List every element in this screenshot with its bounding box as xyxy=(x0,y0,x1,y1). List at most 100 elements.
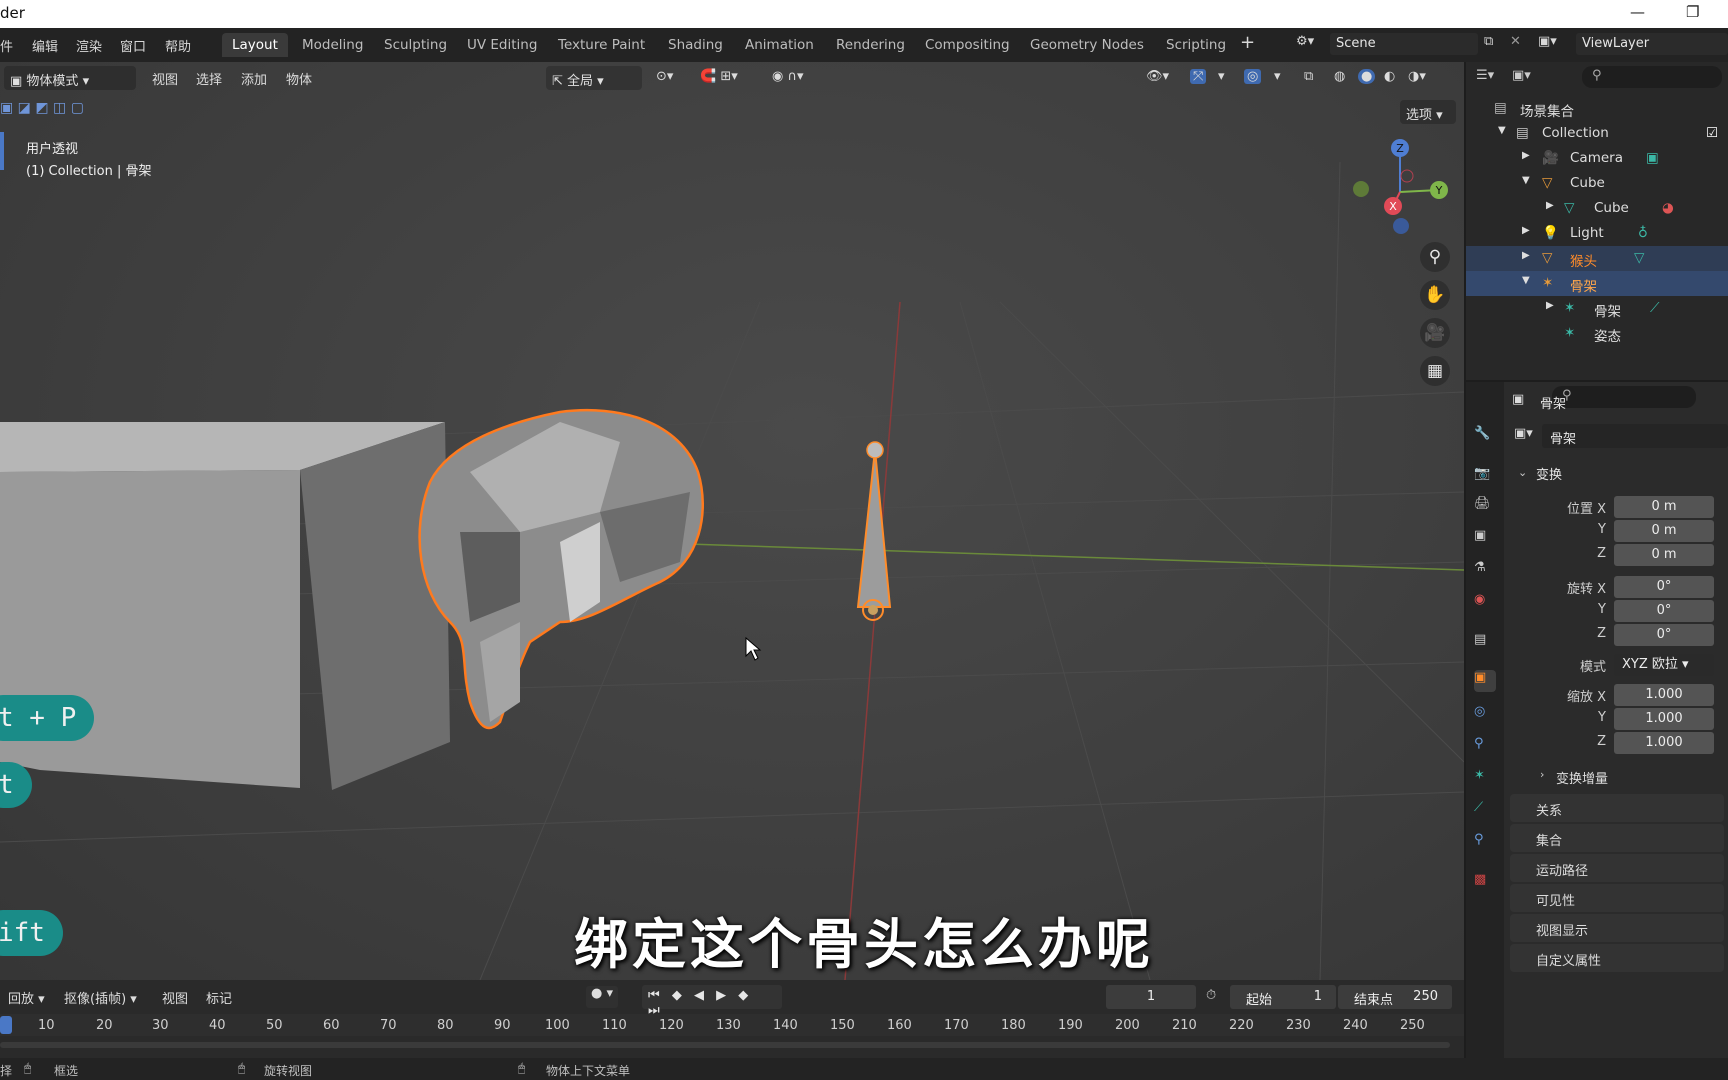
toolbar-edge[interactable] xyxy=(0,132,4,170)
tab-layout[interactable]: Layout xyxy=(222,33,288,57)
timeline-view-menu[interactable]: 视图 xyxy=(162,988,188,1007)
rotation-y-field[interactable]: 0° xyxy=(1614,600,1714,622)
stopwatch-icon[interactable]: ⏱ xyxy=(1206,988,1216,1003)
solid-shading-icon[interactable]: ● xyxy=(1358,69,1376,84)
pan-hand-icon[interactable]: ✋ xyxy=(1420,280,1450,310)
ortho-grid-icon[interactable]: ▦ xyxy=(1420,356,1450,386)
material-shading-icon[interactable]: ◐ xyxy=(1384,69,1395,84)
tab-shading[interactable]: Shading xyxy=(658,33,733,57)
section-viewport-display[interactable]: 视图显示 xyxy=(1510,914,1724,942)
bone-icon[interactable]: ⟋ xyxy=(1650,300,1659,316)
expand-icon[interactable]: ▼ xyxy=(1522,275,1530,286)
scale-x-field[interactable]: 1.000 xyxy=(1614,684,1714,706)
tab-scripting[interactable]: Scripting xyxy=(1156,33,1236,57)
menu-render[interactable]: 渲染 xyxy=(76,36,102,55)
playback-controls[interactable]: ⏮ ◆ ◀ ▶ ◆ ⏭ xyxy=(642,985,782,1018)
expand-icon[interactable]: ▶ xyxy=(1546,300,1554,311)
expand-icon[interactable]: ▶ xyxy=(1522,250,1530,261)
outliner-type-icon[interactable]: ☰▾ xyxy=(1476,68,1494,83)
timeline-scrollbar[interactable] xyxy=(0,1042,1450,1048)
menu-window[interactable]: 窗口 xyxy=(120,36,146,55)
expand-icon[interactable]: ▶ xyxy=(1522,150,1530,161)
outliner-search-input[interactable]: ⚲ xyxy=(1582,66,1722,88)
mode-select[interactable]: ▣ 物体模式 ▾ xyxy=(4,66,136,90)
tab-geometry-nodes[interactable]: Geometry Nodes xyxy=(1020,33,1154,57)
outliner-row-monkey[interactable]: ▶ ▽ 猴头 ▽ xyxy=(1466,246,1728,271)
keying-menu[interactable]: 抠像(插帧) ▾ xyxy=(64,988,137,1007)
expand-icon[interactable]: ▶ xyxy=(1546,200,1554,211)
location-z-field[interactable]: 0 m xyxy=(1614,544,1714,566)
overlay-dropdown-icon[interactable]: ▾ xyxy=(1274,69,1281,84)
rotation-z-field[interactable]: 0° xyxy=(1614,624,1714,646)
select-box-icons[interactable]: ▣ ◪ ◩ ◫ ▢ xyxy=(0,100,84,116)
viewport-3d[interactable]: Z Y X ⚲ ✋ 🎥 ▦ 用户透视 (1) Collection | 骨架 t… xyxy=(0,62,1464,980)
options-dropdown[interactable]: 选项 ▾ xyxy=(1400,100,1456,124)
expand-icon[interactable]: › xyxy=(1540,768,1544,781)
transform-orientation-select[interactable]: ⇱ 全局 ▾ xyxy=(546,66,642,90)
copy-scene-icon[interactable]: ⧉ xyxy=(1484,34,1493,49)
location-x-field[interactable]: 0 m xyxy=(1614,496,1714,518)
section-custom-properties[interactable]: 自定义属性 xyxy=(1510,944,1724,972)
tab-compositing[interactable]: Compositing xyxy=(915,33,1020,57)
section-relations[interactable]: 关系 xyxy=(1510,794,1724,822)
outliner-row-cube-mesh[interactable]: ▶ ▽ Cube ◕ xyxy=(1466,196,1728,221)
object-name-field[interactable]: 骨架 xyxy=(1542,424,1728,448)
close-scene-icon[interactable]: ✕ xyxy=(1510,34,1521,49)
section-motion-paths[interactable]: 运动路径 xyxy=(1510,854,1724,882)
outliner-row-collection[interactable]: ▼ ▤ Collection ☑ xyxy=(1466,121,1728,146)
outliner-row-pose[interactable]: ✶ 姿态 xyxy=(1466,321,1728,346)
end-frame-field[interactable]: 结束点 250 xyxy=(1338,985,1452,1009)
mesh-data-icon[interactable]: ▽ xyxy=(1634,250,1644,266)
current-frame-field[interactable]: 1 xyxy=(1106,985,1196,1009)
tab-texture-paint[interactable]: Texture Paint xyxy=(548,33,655,57)
tab-rendering[interactable]: Rendering xyxy=(826,33,915,57)
playback-menu[interactable]: 回放 ▾ xyxy=(8,988,45,1007)
camera-data-icon[interactable]: ▣ xyxy=(1646,150,1659,166)
marker-menu[interactable]: 标记 xyxy=(206,988,232,1007)
snap-icon[interactable]: 🧲 ⊞▾ xyxy=(700,69,738,84)
checkbox-icon[interactable]: ☑ xyxy=(1706,125,1718,141)
pivot-icon[interactable]: ⊙▾ xyxy=(656,69,673,84)
location-y-field[interactable]: 0 m xyxy=(1614,520,1714,542)
material-icon[interactable]: ◕ xyxy=(1662,200,1674,216)
navigation-gizmo[interactable]: Z Y X xyxy=(1345,134,1455,244)
outliner-row-armature-data[interactable]: ▶ ✶ 骨架 ⟋ xyxy=(1466,296,1728,321)
menu-select[interactable]: 选择 xyxy=(196,69,222,88)
menu-add[interactable]: 添加 xyxy=(241,69,267,88)
menu-view[interactable]: 视图 xyxy=(152,69,178,88)
scale-z-field[interactable]: 1.000 xyxy=(1614,732,1714,754)
expand-icon[interactable]: ▼ xyxy=(1522,175,1530,186)
scene-field[interactable]: Scene xyxy=(1330,33,1478,55)
outliner-row-scene-collection[interactable]: ▤ 场景集合 xyxy=(1466,96,1728,121)
tab-animation[interactable]: Animation xyxy=(735,33,824,57)
outliner-row-cube[interactable]: ▼ ▽ Cube xyxy=(1466,171,1728,196)
scale-y-field[interactable]: 1.000 xyxy=(1614,708,1714,730)
display-mode-icon[interactable]: ▣▾ xyxy=(1512,68,1531,83)
section-visibility[interactable]: 可见性 xyxy=(1510,884,1724,912)
viewlayer-icon[interactable]: ▣▾ xyxy=(1538,34,1557,49)
restore-icon[interactable]: ❐ xyxy=(1686,3,1699,21)
wireframe-shading-icon[interactable]: ◍ xyxy=(1334,69,1345,84)
menu-help[interactable]: 帮助 xyxy=(165,36,191,55)
expand-icon[interactable]: ▼ xyxy=(1498,125,1506,136)
gizmo-dropdown-icon[interactable]: ▾ xyxy=(1218,69,1225,84)
menu-file[interactable]: 件 xyxy=(0,36,13,55)
viewlayer-field[interactable]: ViewLayer xyxy=(1576,33,1728,55)
start-frame-field[interactable]: 起始 1 xyxy=(1230,985,1336,1009)
scene-icon[interactable]: ⚙▾ xyxy=(1296,34,1314,49)
outliner-row-light[interactable]: ▶ 💡 Light ♁ xyxy=(1466,221,1728,246)
outliner-row-camera[interactable]: ▶ 🎥 Camera ▣ xyxy=(1466,146,1728,171)
zoom-icon[interactable]: ⚲ xyxy=(1420,242,1450,272)
camera-view-icon[interactable]: 🎥 xyxy=(1420,318,1450,348)
expand-icon[interactable]: ▶ xyxy=(1522,225,1530,236)
tab-sculpting[interactable]: Sculpting xyxy=(374,33,457,57)
object-type-icon[interactable]: ▣▾ xyxy=(1514,426,1533,441)
transform-header[interactable]: 变换 xyxy=(1536,464,1562,483)
section-collections[interactable]: 集合 xyxy=(1510,824,1724,852)
tab-uv-editing[interactable]: UV Editing xyxy=(457,33,547,57)
light-data-icon[interactable]: ♁ xyxy=(1638,225,1648,241)
tab-modeling[interactable]: Modeling xyxy=(292,33,373,57)
overlay-toggle-icon[interactable]: ◎ xyxy=(1244,69,1262,84)
minimize-icon[interactable]: — xyxy=(1630,3,1645,21)
xray-icon[interactable]: ⧉ xyxy=(1304,69,1313,84)
